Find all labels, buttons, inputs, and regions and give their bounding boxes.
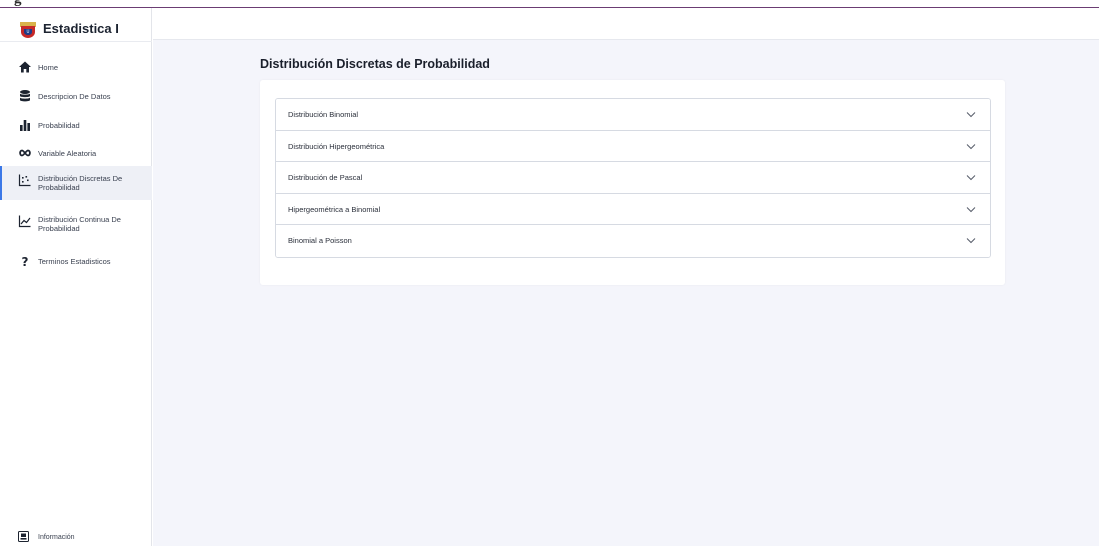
sidebar-item-label: Terminos Estadisticos [38,257,111,266]
sidebar-item-label: Variable Aleatoria [38,149,97,158]
window-top-strip: g [0,0,1099,8]
sidebar-item-variable-aleatoria[interactable]: Variable Aleatoria [0,143,152,163]
chevron-down-icon [966,238,976,244]
accordion-item-label: Distribución Hipergeométrica [288,141,385,151]
clipped-window-title: g [14,0,22,8]
accordion: Distribución Binomial Distribución Hiper… [275,98,991,258]
accordion-item-distribucion-hipergeometrica[interactable]: Distribución Hipergeométrica [276,130,990,163]
top-bar [153,8,1099,40]
accordion-item-label: Binomial a Poisson [288,236,352,246]
accordion-item-distribucion-binomial[interactable]: Distribución Binomial [276,99,990,131]
accordion-item-distribucion-de-pascal[interactable]: Distribución de Pascal [276,162,990,194]
content-card: Distribución Binomial Distribución Hiper… [260,80,1005,285]
sidebar-item-label: Home [38,63,59,72]
accordion-item-hipergeometrica-a-binomial[interactable]: Hipergeométrica a Binomial [276,193,990,226]
sidebar-item-descripcion-de-datos[interactable]: Descripcion De Datos [0,86,152,106]
chevron-down-icon [966,175,976,181]
sidebar-item-distribucion-discretas[interactable]: Distribución Discretas De Probabilidad [0,166,152,200]
accordion-item-binomial-a-poisson[interactable]: Binomial a Poisson [276,225,990,257]
home-icon [19,61,31,73]
sidebar-item-label: Probabilidad [38,121,80,130]
main-content: Distribución Discretas de Probabilidad D… [153,8,1099,546]
svg-text:?: ? [22,255,29,268]
sidebar-item-distribucion-continua[interactable]: Distribución Continua De Probabilidad [0,211,152,239]
database-icon [20,90,30,102]
accordion-item-label: Distribución Binomial [288,110,359,119]
sidebar-item-label-line2: Probabilidad [38,224,80,233]
question-mark-icon: ? [22,255,29,268]
line-chart-icon [18,215,31,228]
chevron-down-icon [966,112,976,118]
svg-text:U: U [27,29,30,34]
accordion-item-label: Hipergeométrica a Binomial [288,204,381,214]
info-box-icon [18,531,29,542]
sidebar-brand[interactable]: U Estadistica I [0,8,152,42]
sidebar-item-informacion[interactable]: Información [0,529,152,546]
bar-chart-icon [20,120,30,131]
sidebar-item-label-line2: Probabilidad [38,183,80,192]
chevron-down-icon [966,143,976,149]
accordion-item-label: Distribución de Pascal [288,173,363,183]
sidebar-item-probabilidad[interactable]: Probabilidad [0,115,152,135]
sidebar-item-home[interactable]: Home [0,57,152,77]
app-title: Estadistica I [43,21,119,36]
scatter-chart-icon [18,174,31,187]
sidebar: U Estadistica I Home Descripcion De Dato… [0,8,152,546]
infinity-icon [19,149,31,157]
sidebar-item-terminos-estadisticos[interactable]: ? Terminos Estadisticos [0,251,152,271]
university-crest-icon: U [20,22,36,38]
sidebar-footer-label: Información [38,534,75,541]
chevron-down-icon [966,206,976,212]
page-title: Distribución Discretas de Probabilidad [260,57,490,71]
sidebar-item-label: Descripcion De Datos [38,92,111,101]
